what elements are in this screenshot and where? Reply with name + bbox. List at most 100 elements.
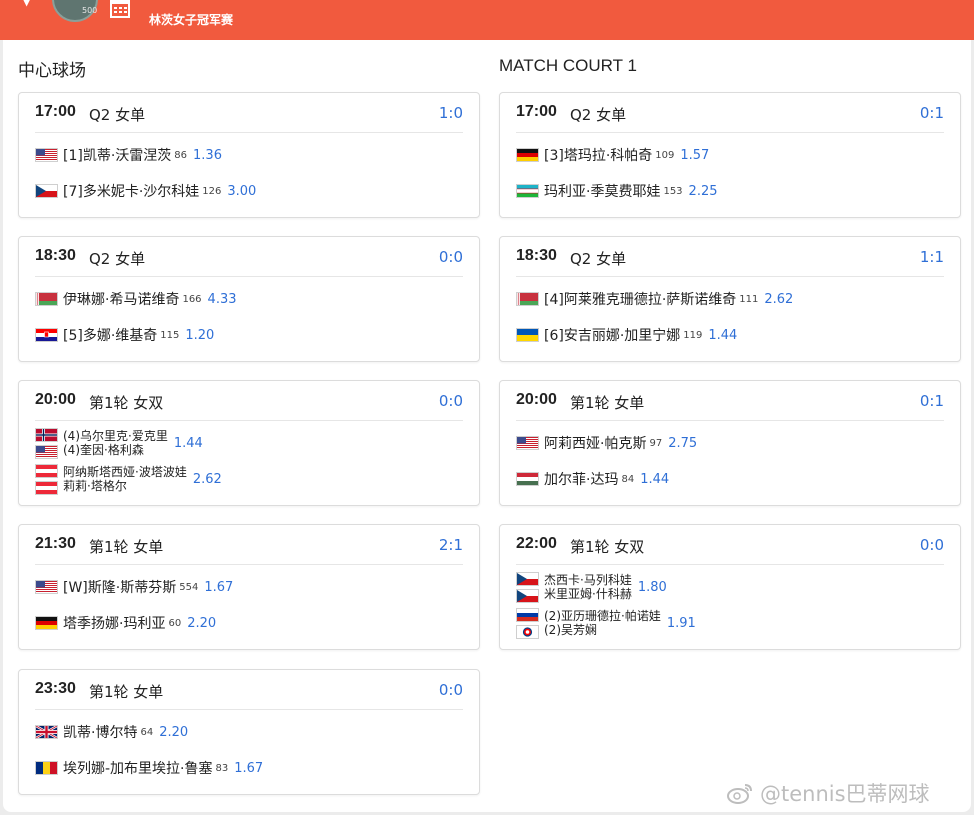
betting-odds[interactable]: 1.80 bbox=[638, 580, 667, 595]
player-names: 杰西卡·马列科娃 米里亚姆·什科赫 bbox=[544, 573, 632, 601]
match-score[interactable]: 1:0 bbox=[439, 104, 463, 122]
player-names: 阿纳斯塔西娅·波塔波娃 莉莉·塔格尔 bbox=[63, 465, 187, 493]
player-name[interactable]: 埃列娜-加布里埃拉·鲁塞 bbox=[63, 758, 213, 778]
betting-odds[interactable]: 1.20 bbox=[185, 328, 214, 343]
player-rank: 111 bbox=[739, 293, 759, 305]
match-header: 18:30 Q2 女单 0:0 bbox=[35, 247, 463, 275]
divider bbox=[516, 420, 944, 421]
match-round: 第1轮 女单 bbox=[570, 394, 645, 412]
flag-group bbox=[516, 148, 540, 162]
match-card[interactable]: 17:00 Q2 女单 1:0 [1]凯蒂·沃雷涅茨 86 1.36 [7]多米妮卡·沙尔科… bbox=[18, 92, 480, 218]
match-header: 20:00 第1轮 女单 0:1 bbox=[516, 391, 944, 419]
player-name[interactable]: 米里亚姆·什科赫 bbox=[544, 587, 632, 601]
match-time: 17:00 bbox=[35, 103, 76, 120]
match-time: 20:00 bbox=[35, 391, 76, 408]
match-time: 17:00 bbox=[516, 103, 557, 120]
flag-at-icon bbox=[35, 463, 58, 478]
match-header: 18:30 Q2 女单 1:1 bbox=[516, 247, 944, 275]
betting-odds[interactable]: 2.75 bbox=[668, 436, 697, 451]
player-name[interactable]: 加尔菲·达玛 bbox=[544, 469, 618, 489]
player-names: 塔季扬娜·玛利亚 bbox=[63, 613, 165, 633]
player-name[interactable]: [1]凯蒂·沃雷涅茨 bbox=[63, 145, 171, 165]
match-header: 17:00 Q2 女单 1:0 bbox=[35, 103, 463, 131]
match-round: Q2 女单 bbox=[89, 106, 146, 124]
betting-odds[interactable]: 1.44 bbox=[174, 436, 203, 451]
flag-us-icon bbox=[35, 444, 58, 459]
player-row: (2)亚历珊德拉·帕诺娃 (2)吴芳娴 1.91 bbox=[516, 607, 950, 639]
match-score[interactable]: 0:0 bbox=[439, 392, 463, 410]
betting-odds[interactable]: 2.20 bbox=[187, 616, 216, 631]
betting-odds[interactable]: 1.44 bbox=[708, 328, 737, 343]
player-name[interactable]: [5]多娜·维基奇 bbox=[63, 325, 157, 345]
betting-odds[interactable]: 1.67 bbox=[204, 580, 233, 595]
player-name[interactable]: [4]阿莱雅克珊德拉·萨斯诺维奇 bbox=[544, 289, 736, 309]
match-score[interactable]: 0:1 bbox=[920, 104, 944, 122]
match-time: 18:30 bbox=[35, 247, 76, 264]
betting-odds[interactable]: 2.62 bbox=[193, 472, 222, 487]
flag-ua-icon bbox=[516, 328, 539, 342]
betting-odds[interactable]: 1.57 bbox=[680, 148, 709, 163]
player-name[interactable]: [3]塔玛拉·科帕奇 bbox=[544, 145, 652, 165]
chevron-down-icon[interactable]: ▼ bbox=[22, 0, 31, 8]
divider bbox=[35, 132, 463, 133]
match-score[interactable]: 1:1 bbox=[920, 248, 944, 266]
player-name[interactable]: 塔季扬娜·玛利亚 bbox=[63, 613, 165, 633]
match-round: 第1轮 女双 bbox=[570, 538, 645, 556]
flag-us-icon bbox=[35, 580, 58, 594]
betting-odds[interactable]: 3.00 bbox=[227, 184, 256, 199]
player-row: 玛利亚·季莫费耶娃 153 2.25 bbox=[516, 176, 950, 206]
betting-odds[interactable]: 2.20 bbox=[159, 725, 188, 740]
betting-odds[interactable]: 2.25 bbox=[689, 184, 718, 199]
player-name[interactable]: 杰西卡·马列科娃 bbox=[544, 573, 632, 587]
player-name[interactable]: (4)乌尔里克·爱克里 bbox=[63, 429, 168, 443]
betting-odds[interactable]: 1.36 bbox=[193, 148, 222, 163]
match-card[interactable]: 23:30 第1轮 女单 0:0 凯蒂·博尔特 64 2.20 埃列娜-加布里埃拉·鲁塞 83… bbox=[18, 669, 480, 795]
divider bbox=[35, 420, 463, 421]
match-card[interactable]: 22:00 第1轮 女双 0:0 杰西卡·马列科娃 米里亚姆·什科赫 1.80 (2)亚历珊… bbox=[499, 524, 961, 650]
court-title-center: 中心球场 bbox=[18, 61, 86, 80]
player-name[interactable]: 莉莉·塔格尔 bbox=[63, 479, 187, 493]
player-row: 埃列娜-加布里埃拉·鲁塞 83 1.67 bbox=[35, 753, 469, 783]
match-card[interactable]: 17:00 Q2 女单 0:1 [3]塔玛拉·科帕奇 109 1.57 玛利亚·季莫费耶娃 1… bbox=[499, 92, 961, 218]
player-row: 加尔菲·达玛 84 1.44 bbox=[516, 464, 950, 494]
player-name[interactable]: 伊琳娜·希马诺维奇 bbox=[63, 289, 179, 309]
match-card[interactable]: 18:30 Q2 女单 1:1 [4]阿莱雅克珊德拉·萨斯诺维奇 111 2.62 [6]安… bbox=[499, 236, 961, 362]
match-time: 23:30 bbox=[35, 680, 76, 697]
betting-odds[interactable]: 1.91 bbox=[667, 616, 696, 631]
betting-odds[interactable]: 1.67 bbox=[234, 761, 263, 776]
match-card[interactable]: 21:30 第1轮 女单 2:1 [W]斯隆·斯蒂芬斯 554 1.67 塔季扬娜·玛利亚 6… bbox=[18, 524, 480, 650]
betting-odds[interactable]: 2.62 bbox=[764, 292, 793, 307]
player-name[interactable]: 阿纳斯塔西娅·波塔波娃 bbox=[63, 465, 187, 479]
match-card[interactable]: 18:30 Q2 女单 0:0 伊琳娜·希马诺维奇 166 4.33 [5]多娜·维基奇 11… bbox=[18, 236, 480, 362]
flag-group bbox=[516, 436, 540, 450]
match-score[interactable]: 0:0 bbox=[439, 248, 463, 266]
match-card[interactable]: 20:00 第1轮 女双 0:0 (4)乌尔里克·爱克里 (4)奎因·格利森 1.44 阿纳… bbox=[18, 380, 480, 506]
match-score[interactable]: 0:0 bbox=[439, 681, 463, 699]
player-name[interactable]: 凯蒂·博尔特 bbox=[63, 722, 137, 742]
player-name[interactable]: (2)亚历珊德拉·帕诺娃 bbox=[544, 609, 661, 623]
flag-by-icon bbox=[516, 292, 539, 306]
player-row: 伊琳娜·希马诺维奇 166 4.33 bbox=[35, 284, 469, 314]
player-names: [4]阿莱雅克珊德拉·萨斯诺维奇 bbox=[544, 289, 736, 309]
match-card[interactable]: 20:00 第1轮 女单 0:1 阿莉西娅·帕克斯 97 2.75 加尔菲·达玛 84 1.44 bbox=[499, 380, 961, 506]
betting-odds[interactable]: 4.33 bbox=[208, 292, 237, 307]
match-score[interactable]: 0:1 bbox=[920, 392, 944, 410]
match-header: 22:00 第1轮 女双 0:0 bbox=[516, 535, 944, 563]
player-name[interactable]: 阿莉西娅·帕克斯 bbox=[544, 433, 646, 453]
flag-group bbox=[35, 292, 59, 306]
player-name[interactable]: [W]斯隆·斯蒂芬斯 bbox=[63, 577, 176, 597]
player-name[interactable]: (4)奎因·格利森 bbox=[63, 443, 168, 457]
calendar-icon[interactable] bbox=[110, 0, 130, 18]
player-names: 伊琳娜·希马诺维奇 bbox=[63, 289, 179, 309]
player-name[interactable]: [6]安吉丽娜·加里宁娜 bbox=[544, 325, 680, 345]
watermark-text: @tennis巴蒂网球 bbox=[760, 782, 930, 806]
match-score[interactable]: 0:0 bbox=[920, 536, 944, 554]
betting-odds[interactable]: 1.44 bbox=[640, 472, 669, 487]
player-name[interactable]: [7]多米妮卡·沙尔科娃 bbox=[63, 181, 199, 201]
player-name[interactable]: 玛利亚·季莫费耶娃 bbox=[544, 181, 660, 201]
player-name[interactable]: (2)吴芳娴 bbox=[544, 623, 661, 637]
court-title-match-court-1: MATCH COURT 1 bbox=[499, 56, 637, 75]
player-rank: 115 bbox=[160, 329, 180, 341]
match-score[interactable]: 2:1 bbox=[439, 536, 463, 554]
player-names: 凯蒂·博尔特 bbox=[63, 722, 137, 742]
